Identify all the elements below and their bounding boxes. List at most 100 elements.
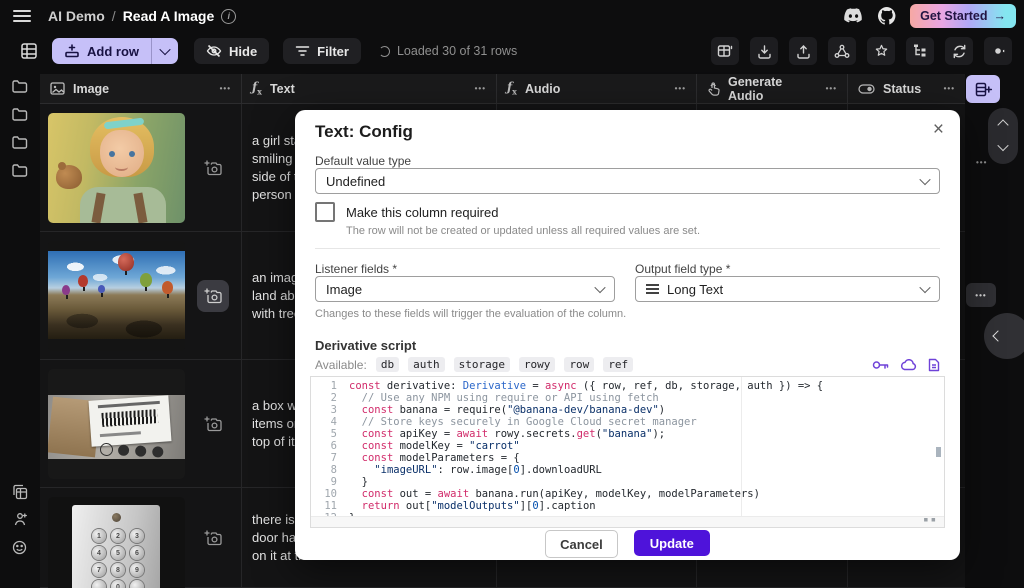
add-row-button[interactable]: Add row: [52, 38, 178, 64]
feedback-smiley-icon[interactable]: [12, 540, 27, 555]
table-grid-icon[interactable]: [20, 42, 38, 60]
column-header-generate-audio[interactable]: Generate Audio •••: [697, 74, 848, 104]
info-icon[interactable]: i: [221, 9, 236, 24]
modal-footer: Cancel Update: [315, 530, 940, 558]
required-checkbox[interactable]: [315, 202, 335, 222]
close-icon[interactable]: ×: [933, 120, 944, 139]
code-line: 8 "imageURL": row.image[0].downloadURL: [311, 464, 944, 476]
available-chip: row: [564, 357, 594, 372]
chevron-down-icon: [594, 282, 605, 293]
export-icon[interactable]: [789, 37, 817, 65]
divider: [315, 248, 940, 249]
add-row-dropdown-button[interactable]: [152, 38, 178, 64]
keypad-key: 7: [92, 563, 106, 577]
toggle-icon: [858, 84, 875, 94]
upload-photo-icon[interactable]: [197, 408, 229, 440]
column-label: Audio: [525, 82, 560, 96]
settings-gear-icon[interactable]: [984, 37, 1012, 65]
invite-user-icon[interactable]: [12, 512, 28, 527]
required-checkbox-row: Make this column required: [315, 202, 940, 222]
get-started-button[interactable]: Get Started →: [910, 4, 1016, 28]
duplicate-table-icon[interactable]: [12, 484, 28, 500]
column-menu-icon[interactable]: •••: [475, 84, 486, 93]
available-chips: dbauthstoragerowyrowref: [376, 357, 633, 372]
table-view-icon[interactable]: [711, 37, 739, 65]
cancel-button[interactable]: Cancel: [545, 530, 618, 558]
image-thumbnail[interactable]: [48, 241, 185, 351]
cell-image-row1[interactable]: [40, 104, 242, 232]
upload-photo-icon[interactable]: [197, 280, 229, 312]
image-thumbnail[interactable]: 1234567890 Digicode: [48, 497, 185, 588]
cell-image-row3[interactable]: [40, 360, 242, 488]
folder-icon[interactable]: [12, 164, 28, 177]
sync-icon[interactable]: [945, 37, 973, 65]
modal-title: Text: Config: [315, 122, 940, 142]
column-header-text[interactable]: ƒx Text •••: [242, 74, 497, 104]
code-line: 11 return out["modelOutputs"][0].caption: [311, 500, 944, 512]
upload-photo-icon[interactable]: [197, 522, 229, 554]
webhooks-icon[interactable]: [828, 37, 856, 65]
default-value-type-select[interactable]: Undefined: [315, 168, 940, 194]
fx-icon: ƒx: [507, 80, 517, 96]
breadcrumb-parent[interactable]: AI Demo: [48, 8, 105, 24]
cell-image-row2[interactable]: [40, 232, 242, 360]
upload-photo-icon[interactable]: [197, 152, 229, 184]
add-row-icon: [64, 44, 80, 58]
editor-horizontal-scrollbar[interactable]: ▪▪: [311, 516, 944, 527]
listener-help-text: Changes to these fields will trigger the…: [315, 308, 940, 320]
folder-icon[interactable]: [12, 136, 28, 149]
extensions-icon[interactable]: [867, 37, 895, 65]
filter-button[interactable]: Filter: [283, 38, 361, 64]
docs-icon[interactable]: [928, 358, 940, 372]
listener-fields-value: Image: [326, 282, 362, 297]
column-header-audio[interactable]: ƒx Audio •••: [497, 74, 697, 104]
column-menu-icon[interactable]: •••: [220, 84, 231, 93]
column-header-status[interactable]: Status •••: [848, 74, 965, 104]
column-label: Generate Audio: [728, 75, 818, 103]
available-chip: auth: [408, 357, 445, 372]
image-thumbnail[interactable]: [48, 113, 185, 223]
long-text-icon: [646, 284, 659, 294]
keypad-key: 9: [130, 563, 144, 577]
keypad-key: [130, 580, 144, 588]
add-column-button[interactable]: [966, 75, 1000, 103]
open-side-drawer-button[interactable]: [984, 313, 1024, 359]
folder-icon[interactable]: [12, 108, 28, 121]
folder-icon[interactable]: [12, 80, 28, 93]
listener-fields-select[interactable]: Image: [315, 276, 615, 302]
default-value-type-value: Undefined: [326, 174, 385, 189]
secrets-key-icon[interactable]: [872, 359, 889, 371]
code-line: 5 const apiKey = await rowy.secrets.get(…: [311, 428, 944, 440]
keypad-key: 6: [130, 546, 144, 560]
row-menu-icon[interactable]: •••: [976, 158, 987, 167]
discord-icon[interactable]: [843, 8, 864, 24]
hide-fields-button[interactable]: Hide: [194, 38, 269, 64]
loaded-rows-status: Loaded 30 of 31 rows: [379, 44, 517, 58]
image-thumbnail[interactable]: [48, 369, 185, 479]
code-editor[interactable]: 1const derivative: Derivative = async ({…: [310, 376, 945, 528]
output-field-type-select[interactable]: Long Text: [635, 276, 940, 302]
hamburger-menu-icon[interactable]: [13, 10, 31, 22]
update-button[interactable]: Update: [634, 530, 710, 556]
scroll-up-icon[interactable]: [997, 120, 1008, 131]
row-menu-icon-active[interactable]: •••: [966, 283, 996, 307]
import-icon[interactable]: [750, 37, 778, 65]
github-icon[interactable]: [878, 7, 896, 25]
breadcrumb: AI Demo / Read A Image i: [48, 8, 236, 24]
filter-icon: [295, 45, 310, 57]
cell-image-row4[interactable]: 1234567890 Digicode: [40, 488, 242, 588]
cloud-icon[interactable]: [900, 359, 917, 371]
column-header-image[interactable]: Image •••: [40, 74, 242, 104]
tree-view-icon[interactable]: [906, 37, 934, 65]
keypad-key: 4: [92, 546, 106, 560]
column-menu-icon[interactable]: •••: [826, 84, 837, 93]
filter-label: Filter: [317, 44, 349, 59]
code-lines: 1const derivative: Derivative = async ({…: [311, 380, 944, 524]
editor-scrollbar-handle[interactable]: [936, 447, 941, 457]
column-menu-icon[interactable]: •••: [944, 84, 955, 93]
scroll-down-icon[interactable]: [997, 140, 1008, 151]
get-started-label: Get Started: [920, 9, 987, 23]
column-menu-icon[interactable]: •••: [675, 84, 686, 93]
row-scroll-control[interactable]: [988, 108, 1018, 164]
code-line: 2 // Use any NPM using require or API us…: [311, 392, 944, 404]
